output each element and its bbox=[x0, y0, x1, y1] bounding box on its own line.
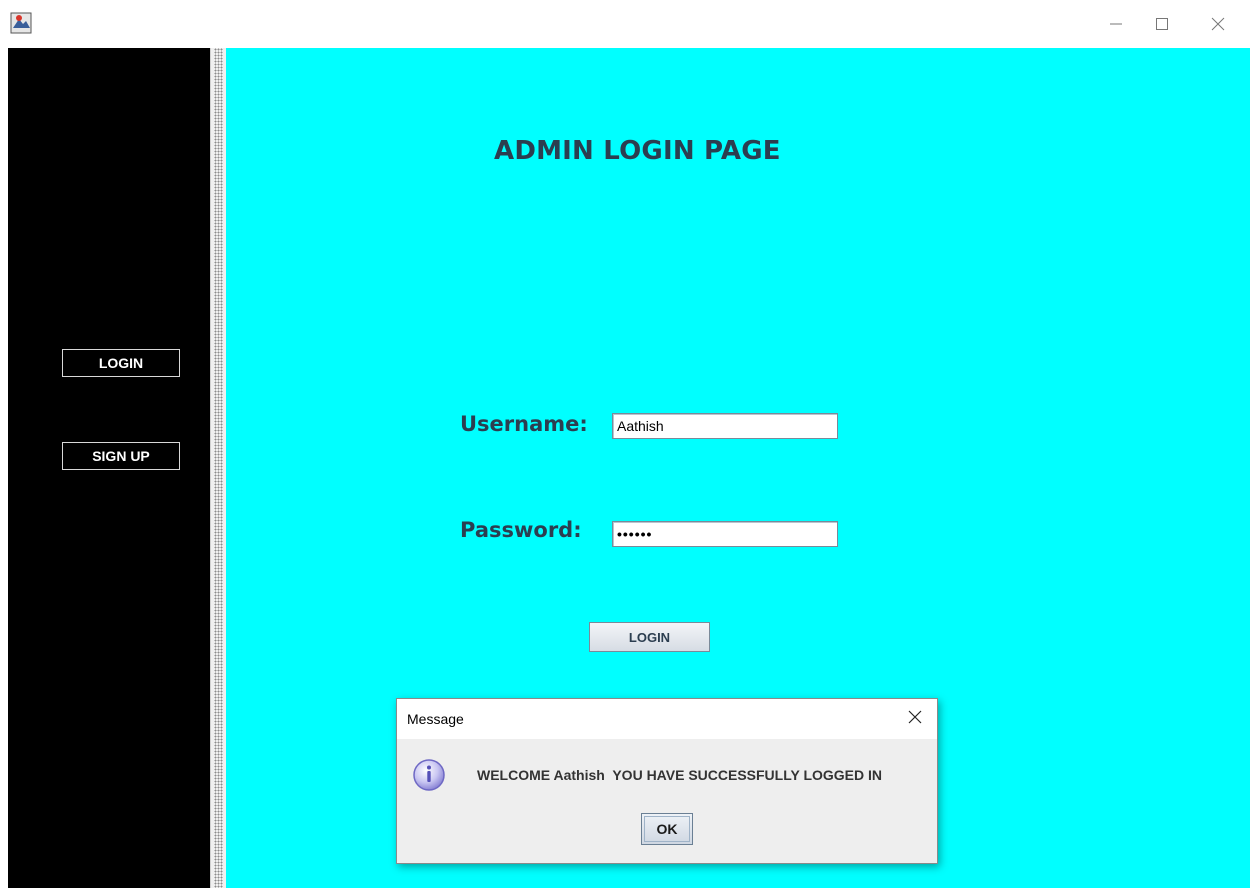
password-field[interactable]: •••••• bbox=[612, 521, 838, 547]
close-window-button[interactable] bbox=[1195, 0, 1241, 48]
sidebar-login-button[interactable]: LOGIN bbox=[62, 349, 180, 377]
minimize-button[interactable] bbox=[1093, 0, 1139, 48]
login-button[interactable]: LOGIN bbox=[589, 622, 710, 652]
message-dialog: Message WELCOME Aathish YOU HAVE SUCCESS… bbox=[396, 698, 938, 864]
sidebar: LOGIN SIGN UP bbox=[8, 48, 210, 888]
password-label: Password: bbox=[460, 518, 582, 542]
divider-grip bbox=[214, 48, 223, 888]
minimize-icon bbox=[1109, 17, 1123, 31]
info-icon bbox=[411, 757, 447, 793]
page-title: ADMIN LOGIN PAGE bbox=[494, 136, 781, 166]
dialog-titlebar: Message bbox=[397, 699, 937, 739]
sidebar-signup-button[interactable]: SIGN UP bbox=[62, 442, 180, 470]
close-icon bbox=[908, 710, 922, 729]
close-icon bbox=[1210, 16, 1226, 32]
java-app-icon bbox=[8, 10, 34, 36]
maximize-icon bbox=[1155, 17, 1169, 31]
username-label: Username: bbox=[460, 412, 588, 436]
maximize-button[interactable] bbox=[1139, 0, 1185, 48]
split-pane-divider[interactable] bbox=[210, 48, 226, 888]
dialog-title: Message bbox=[407, 711, 464, 727]
window-titlebar bbox=[0, 0, 1250, 48]
username-field[interactable]: Aathish bbox=[612, 413, 838, 439]
dialog-close-button[interactable] bbox=[901, 707, 929, 731]
dialog-message: WELCOME Aathish YOU HAVE SUCCESSFULLY LO… bbox=[477, 767, 883, 783]
ok-button[interactable]: OK bbox=[641, 813, 693, 845]
